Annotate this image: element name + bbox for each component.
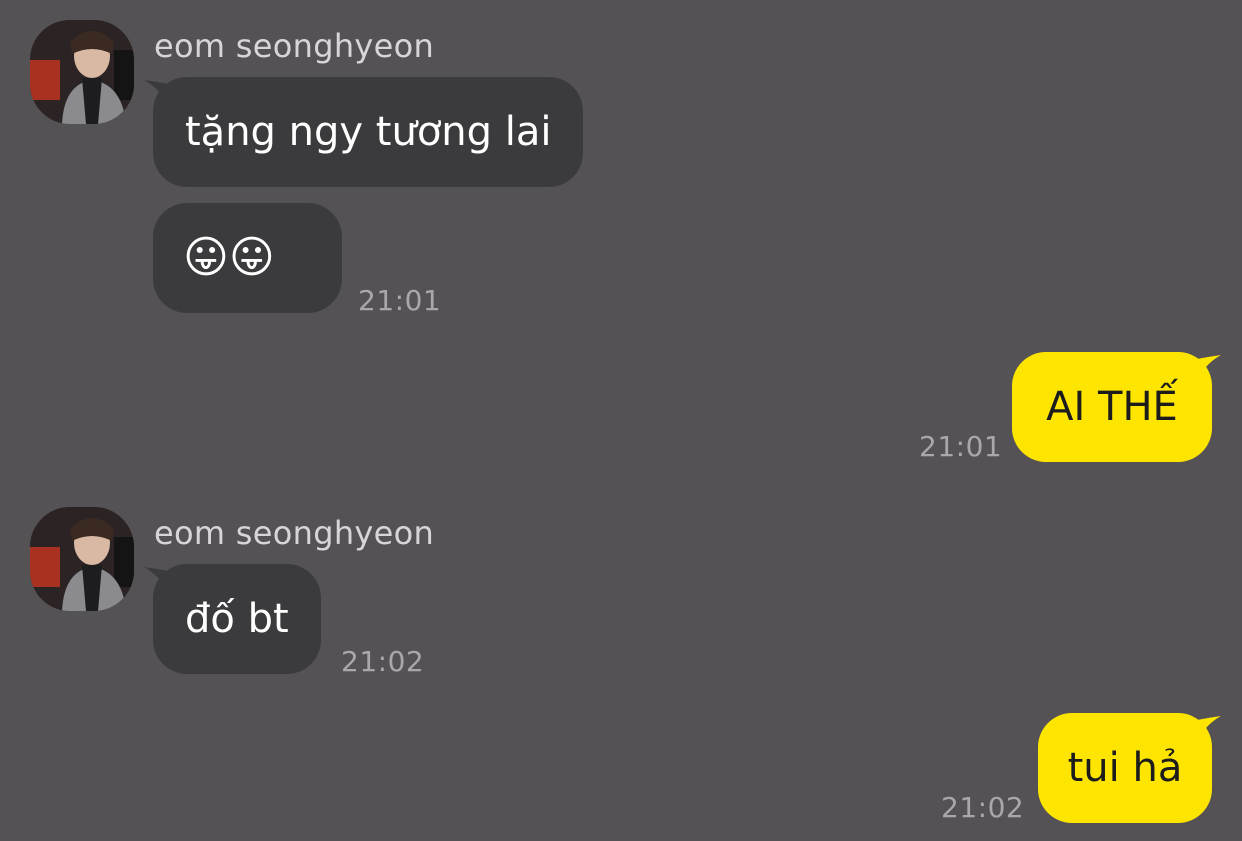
message-timestamp: 21:01 xyxy=(358,284,442,317)
person-icon xyxy=(30,507,134,611)
incoming-message-bubble[interactable]: tặng ngy tương lai xyxy=(153,77,584,187)
sender-name: eom seonghyeon xyxy=(154,514,435,552)
message-text: đố bt xyxy=(185,596,289,642)
outgoing-message-bubble[interactable]: AI THẾ xyxy=(1012,352,1212,462)
message-text: tặng ngy tương lai xyxy=(185,109,552,155)
sender-avatar[interactable] xyxy=(30,507,134,611)
incoming-message-bubble[interactable]: đố bt xyxy=(153,564,321,674)
person-icon xyxy=(30,20,134,124)
chat-thread: eom seonghyeon tặng ngy tương lai 😛😛 21:… xyxy=(0,0,1242,841)
outgoing-message-bubble[interactable]: tui hả xyxy=(1038,713,1212,823)
emoji-message-text: 😛😛 xyxy=(183,232,275,283)
message-text: tui hả xyxy=(1067,745,1183,791)
sender-avatar[interactable] xyxy=(30,20,134,124)
message-timestamp: 21:02 xyxy=(941,791,1025,824)
message-text: AI THẾ xyxy=(1046,384,1178,430)
bubble-tail xyxy=(1197,355,1221,383)
sender-name: eom seonghyeon xyxy=(154,27,435,65)
message-timestamp: 21:01 xyxy=(919,430,1003,463)
incoming-message-bubble[interactable]: 😛😛 xyxy=(153,203,342,313)
message-timestamp: 21:02 xyxy=(341,645,425,678)
bubble-tail xyxy=(1197,716,1221,744)
